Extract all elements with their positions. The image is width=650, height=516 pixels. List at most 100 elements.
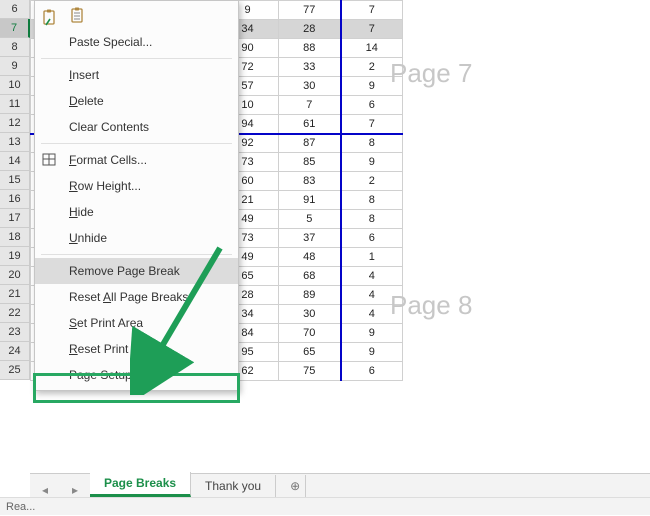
cell[interactable]: 9	[341, 343, 403, 362]
row-header[interactable]: 16	[0, 190, 30, 209]
cell[interactable]: 33	[279, 58, 341, 77]
cell[interactable]: 2	[341, 58, 403, 77]
sheet-tab-bar: ◂ ▸ Page Breaks Thank you ⊕	[30, 473, 650, 497]
cell[interactable]: 1	[341, 248, 403, 267]
row-header[interactable]: 12	[0, 114, 30, 133]
menu-label: Reset Print Area	[69, 342, 156, 356]
row-header[interactable]: 18	[0, 228, 30, 247]
row-header[interactable]: 19	[0, 247, 30, 266]
cell[interactable]: 4	[341, 305, 403, 324]
cell[interactable]: 7	[279, 96, 341, 115]
menu-label: Clear Contents	[69, 120, 149, 134]
menu-insert[interactable]: Insert	[35, 62, 238, 88]
tab-add[interactable]: ⊕	[276, 475, 306, 497]
menu-row-height[interactable]: Row Height...	[35, 173, 238, 199]
row-header[interactable]: 24	[0, 342, 30, 361]
row-header[interactable]: 14	[0, 152, 30, 171]
cell[interactable]: 61	[279, 115, 341, 134]
row-header[interactable]: 6	[0, 0, 30, 19]
cell[interactable]: 14	[341, 39, 403, 58]
cell[interactable]: 48	[279, 248, 341, 267]
menu-unhide[interactable]: Unhide	[35, 225, 238, 251]
tab-nav[interactable]: ◂ ▸	[30, 483, 90, 497]
cell[interactable]: 77	[279, 1, 341, 20]
cell[interactable]: 8	[341, 210, 403, 229]
cell[interactable]: 4	[341, 267, 403, 286]
cell[interactable]: 65	[279, 343, 341, 362]
cell[interactable]: 9	[341, 153, 403, 172]
row-header[interactable]: 21	[0, 285, 30, 304]
menu-label: Remove Page Break	[69, 264, 180, 278]
status-bar: Rea...	[0, 497, 650, 515]
cell[interactable]: 9	[341, 324, 403, 343]
menu-separator	[41, 254, 232, 255]
menu-set-print-area[interactable]: Set Print Area	[35, 310, 238, 336]
cell[interactable]: 2	[341, 172, 403, 191]
menu-label: Row Height...	[69, 179, 141, 193]
row-header[interactable]: 11	[0, 95, 30, 114]
clipboard-brush-icon[interactable]	[41, 9, 59, 27]
cell[interactable]: 5	[279, 210, 341, 229]
cell[interactable]: 70	[279, 324, 341, 343]
cell[interactable]: 87	[279, 134, 341, 153]
cell[interactable]: 4	[341, 286, 403, 305]
row-header[interactable]: 17	[0, 209, 30, 228]
cell[interactable]: 6	[341, 229, 403, 248]
cell[interactable]: 7	[341, 20, 403, 39]
row-header[interactable]: 9	[0, 57, 30, 76]
menu-separator	[41, 143, 232, 144]
cell[interactable]: 83	[279, 172, 341, 191]
menu-page-setup[interactable]: Page Setup...	[35, 362, 238, 388]
row-header[interactable]: 23	[0, 323, 30, 342]
row-header[interactable]: 15	[0, 171, 30, 190]
menu-label: Insert	[69, 68, 99, 82]
cell[interactable]: 7	[341, 115, 403, 134]
cell[interactable]: 30	[279, 77, 341, 96]
menu-label: Paste Special...	[69, 35, 152, 49]
cell[interactable]: 6	[341, 362, 403, 381]
cell[interactable]: 85	[279, 153, 341, 172]
cell[interactable]: 8	[341, 191, 403, 210]
menu-clear-contents[interactable]: Clear Contents	[35, 114, 238, 140]
clipboard-icon[interactable]	[69, 7, 87, 25]
cell[interactable]: 91	[279, 191, 341, 210]
menu-label: Set Print Area	[69, 316, 143, 330]
row-header[interactable]: 13	[0, 133, 30, 152]
cell[interactable]: 8	[341, 134, 403, 153]
cell[interactable]: 68	[279, 267, 341, 286]
cell[interactable]: 30	[279, 305, 341, 324]
cell[interactable]: 89	[279, 286, 341, 305]
row-header[interactable]: 10	[0, 76, 30, 95]
cell[interactable]: 28	[279, 20, 341, 39]
row-header[interactable]: 8	[0, 38, 30, 57]
row-header[interactable]: 7	[0, 19, 30, 38]
row-header[interactable]: 22	[0, 304, 30, 323]
cell[interactable]: 7	[341, 1, 403, 20]
tab-next-icon[interactable]: ▸	[72, 483, 78, 497]
row-context-menu: Paste Special... Insert Delete Clear Con…	[34, 0, 239, 391]
menu-paste-special[interactable]: Paste Special...	[35, 29, 238, 55]
menu-separator	[41, 58, 232, 59]
cell[interactable]: 37	[279, 229, 341, 248]
menu-label: Hide	[69, 205, 94, 219]
row-header[interactable]: 25	[0, 361, 30, 380]
row-headers: 678910111213141516171819202122232425	[0, 0, 30, 380]
menu-paste-icons	[35, 3, 238, 29]
tab-page-breaks[interactable]: Page Breaks	[90, 472, 191, 497]
menu-hide[interactable]: Hide	[35, 199, 238, 225]
tab-thank-you[interactable]: Thank you	[191, 475, 276, 497]
tab-prev-icon[interactable]: ◂	[42, 483, 48, 497]
menu-reset-all-page-breaks[interactable]: Reset All Page Breaks	[35, 284, 238, 310]
row-header[interactable]: 20	[0, 266, 30, 285]
menu-remove-page-break[interactable]: Remove Page Break	[35, 258, 238, 284]
cell[interactable]: 75	[279, 362, 341, 381]
menu-label: Format Cells...	[69, 153, 147, 167]
cell[interactable]: 6	[341, 96, 403, 115]
menu-format-cells[interactable]: Format Cells...	[35, 147, 238, 173]
menu-label: Unhide	[69, 231, 107, 245]
menu-delete[interactable]: Delete	[35, 88, 238, 114]
cell[interactable]: 9	[341, 77, 403, 96]
format-cells-icon	[41, 151, 59, 169]
menu-reset-print-area[interactable]: Reset Print Area	[35, 336, 238, 362]
cell[interactable]: 88	[279, 39, 341, 58]
